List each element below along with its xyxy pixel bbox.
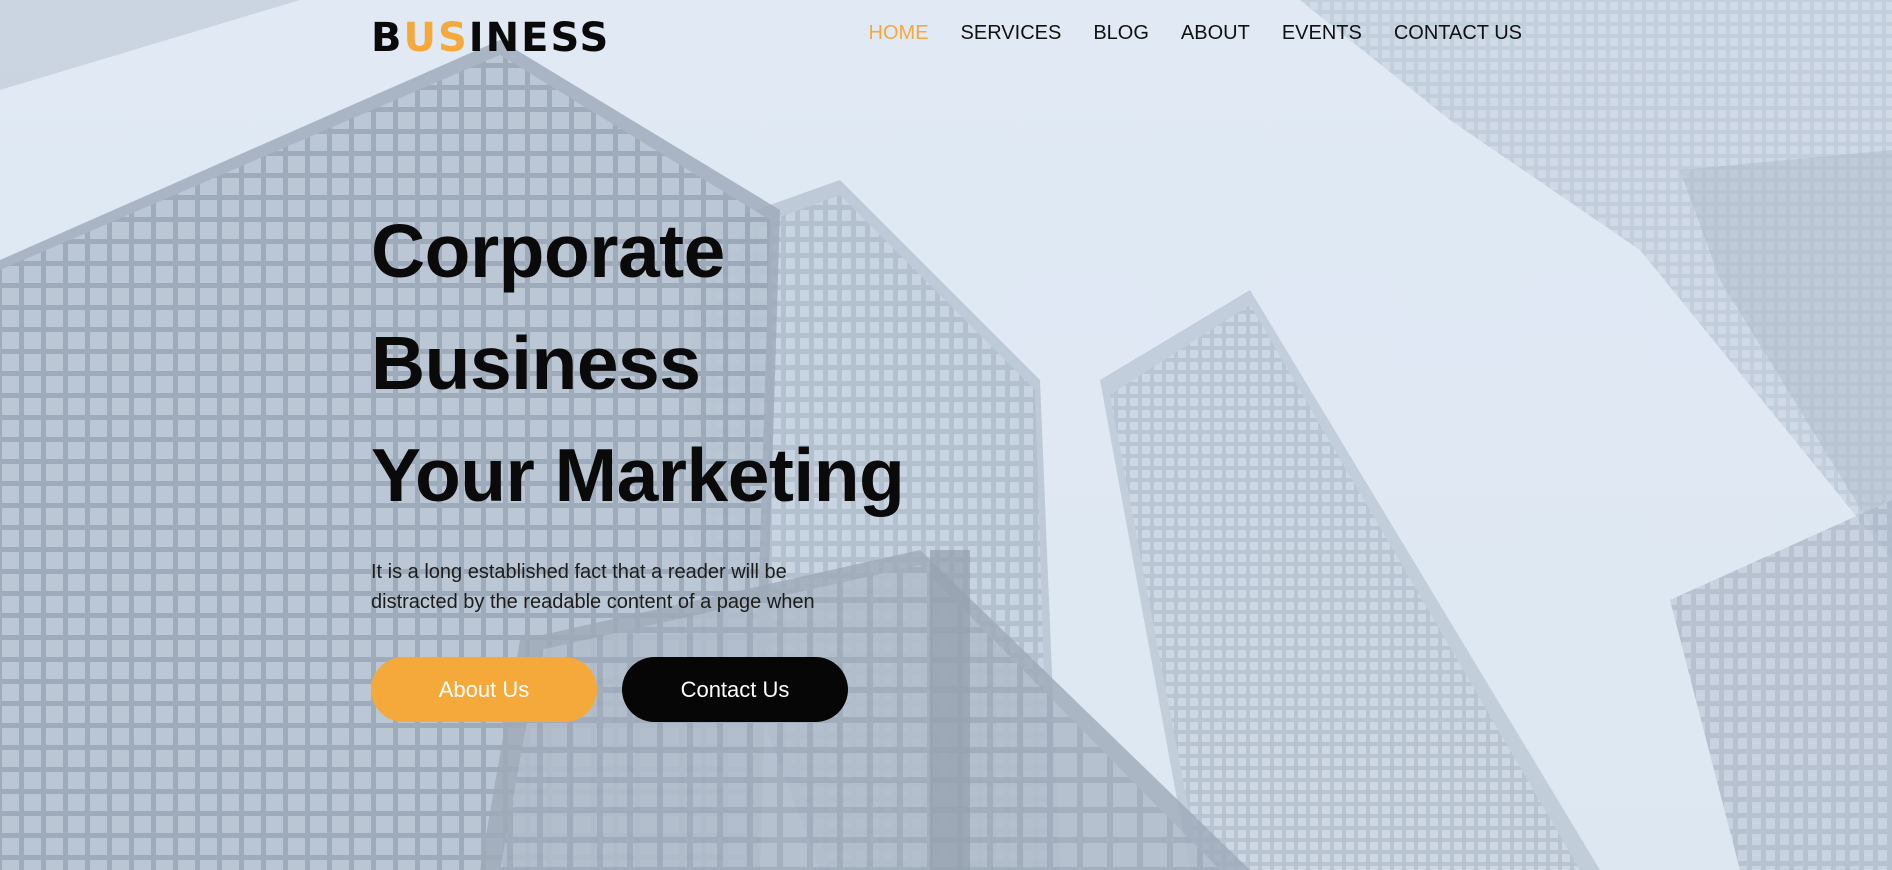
brand-logo[interactable]: BUSINESS	[371, 14, 610, 62]
about-us-button[interactable]: About Us	[371, 657, 597, 722]
logo-letter-b: B	[371, 15, 404, 61]
hero-section: Corporate Business Your Marketing It is …	[371, 195, 1071, 722]
logo-letters-rest: INESS	[468, 15, 611, 61]
hero-buttons: About Us Contact Us	[371, 657, 1071, 722]
contact-us-button[interactable]: Contact Us	[622, 657, 848, 722]
logo-accent-letters: US	[403, 15, 469, 61]
nav-item-blog[interactable]: BLOG	[1093, 20, 1149, 46]
hero-title-line-1: Corporate	[371, 209, 725, 293]
hero-title: Corporate Business Your Marketing	[371, 195, 1071, 531]
hero-title-line-3: Your Marketing	[371, 433, 905, 517]
main-navigation: HOME SERVICES BLOG ABOUT EVENTS CONTACT …	[869, 20, 1522, 46]
nav-item-contact-us[interactable]: CONTACT US	[1394, 20, 1522, 46]
page: BUSINESS HOME SERVICES BLOG ABOUT EVENTS…	[0, 0, 1892, 870]
nav-item-home[interactable]: HOME	[869, 20, 929, 46]
hero-title-line-2: Business	[371, 321, 701, 405]
nav-item-about[interactable]: ABOUT	[1181, 20, 1250, 46]
hero-description: It is a long established fact that a rea…	[371, 561, 815, 613]
nav-item-services[interactable]: SERVICES	[961, 20, 1062, 46]
nav-item-events[interactable]: EVENTS	[1282, 20, 1362, 46]
